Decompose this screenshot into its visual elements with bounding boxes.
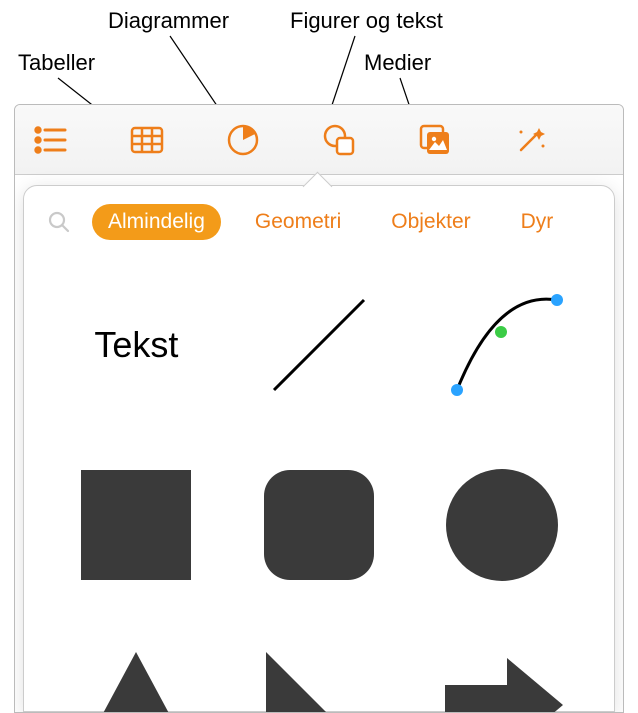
- callout-tables: Tabeller: [18, 50, 95, 76]
- callout-charts: Diagrammer: [108, 8, 229, 34]
- effects-button[interactable]: [505, 114, 557, 166]
- search-button[interactable]: [44, 209, 74, 235]
- shapes-grid: Tekst: [24, 250, 614, 713]
- callout-shapes-text: Figurer og tekst: [290, 8, 443, 34]
- shapes-popover: Almindelig Geometri Objekter Dyr Tekst: [23, 185, 615, 712]
- toc-button[interactable]: [25, 114, 77, 166]
- shapes-button[interactable]: [313, 114, 365, 166]
- panel: Almindelig Geometri Objekter Dyr Tekst: [14, 104, 624, 713]
- rounded-square-icon: [254, 460, 384, 590]
- shape-triangle[interactable]: [60, 630, 213, 713]
- toolbar: [15, 105, 623, 175]
- charts-button[interactable]: [217, 114, 269, 166]
- media-icon: [415, 120, 455, 160]
- arrow-icon: [437, 640, 567, 713]
- list-icon: [31, 120, 71, 160]
- shape-curve[interactable]: [425, 270, 578, 420]
- triangle-icon: [71, 640, 201, 713]
- tab-basic[interactable]: Almindelig: [92, 204, 221, 240]
- callout-media: Medier: [364, 50, 431, 76]
- line-icon: [254, 280, 384, 410]
- circle-icon: [437, 460, 567, 590]
- media-button[interactable]: [409, 114, 461, 166]
- search-icon: [46, 209, 72, 235]
- chart-icon: [223, 120, 263, 160]
- square-icon: [71, 460, 201, 590]
- shape-line[interactable]: [243, 270, 396, 420]
- text-shape-label: Tekst: [94, 324, 178, 366]
- tab-objects[interactable]: Objekter: [375, 204, 486, 240]
- tables-button[interactable]: [121, 114, 173, 166]
- category-tabs: Almindelig Geometri Objekter Dyr: [24, 186, 614, 250]
- shape-circle[interactable]: [425, 450, 578, 600]
- curve-icon: [437, 280, 567, 410]
- shape-right-triangle[interactable]: [243, 630, 396, 713]
- wand-icon: [511, 120, 551, 160]
- tab-geometry[interactable]: Geometri: [239, 204, 357, 240]
- shape-rounded-square[interactable]: [243, 450, 396, 600]
- tab-animals[interactable]: Dyr: [505, 204, 570, 240]
- shape-arrow[interactable]: [425, 630, 578, 713]
- right-triangle-icon: [254, 640, 384, 713]
- shape-square[interactable]: [60, 450, 213, 600]
- shapes-icon: [319, 120, 359, 160]
- shape-text[interactable]: Tekst: [60, 270, 213, 420]
- table-icon: [127, 120, 167, 160]
